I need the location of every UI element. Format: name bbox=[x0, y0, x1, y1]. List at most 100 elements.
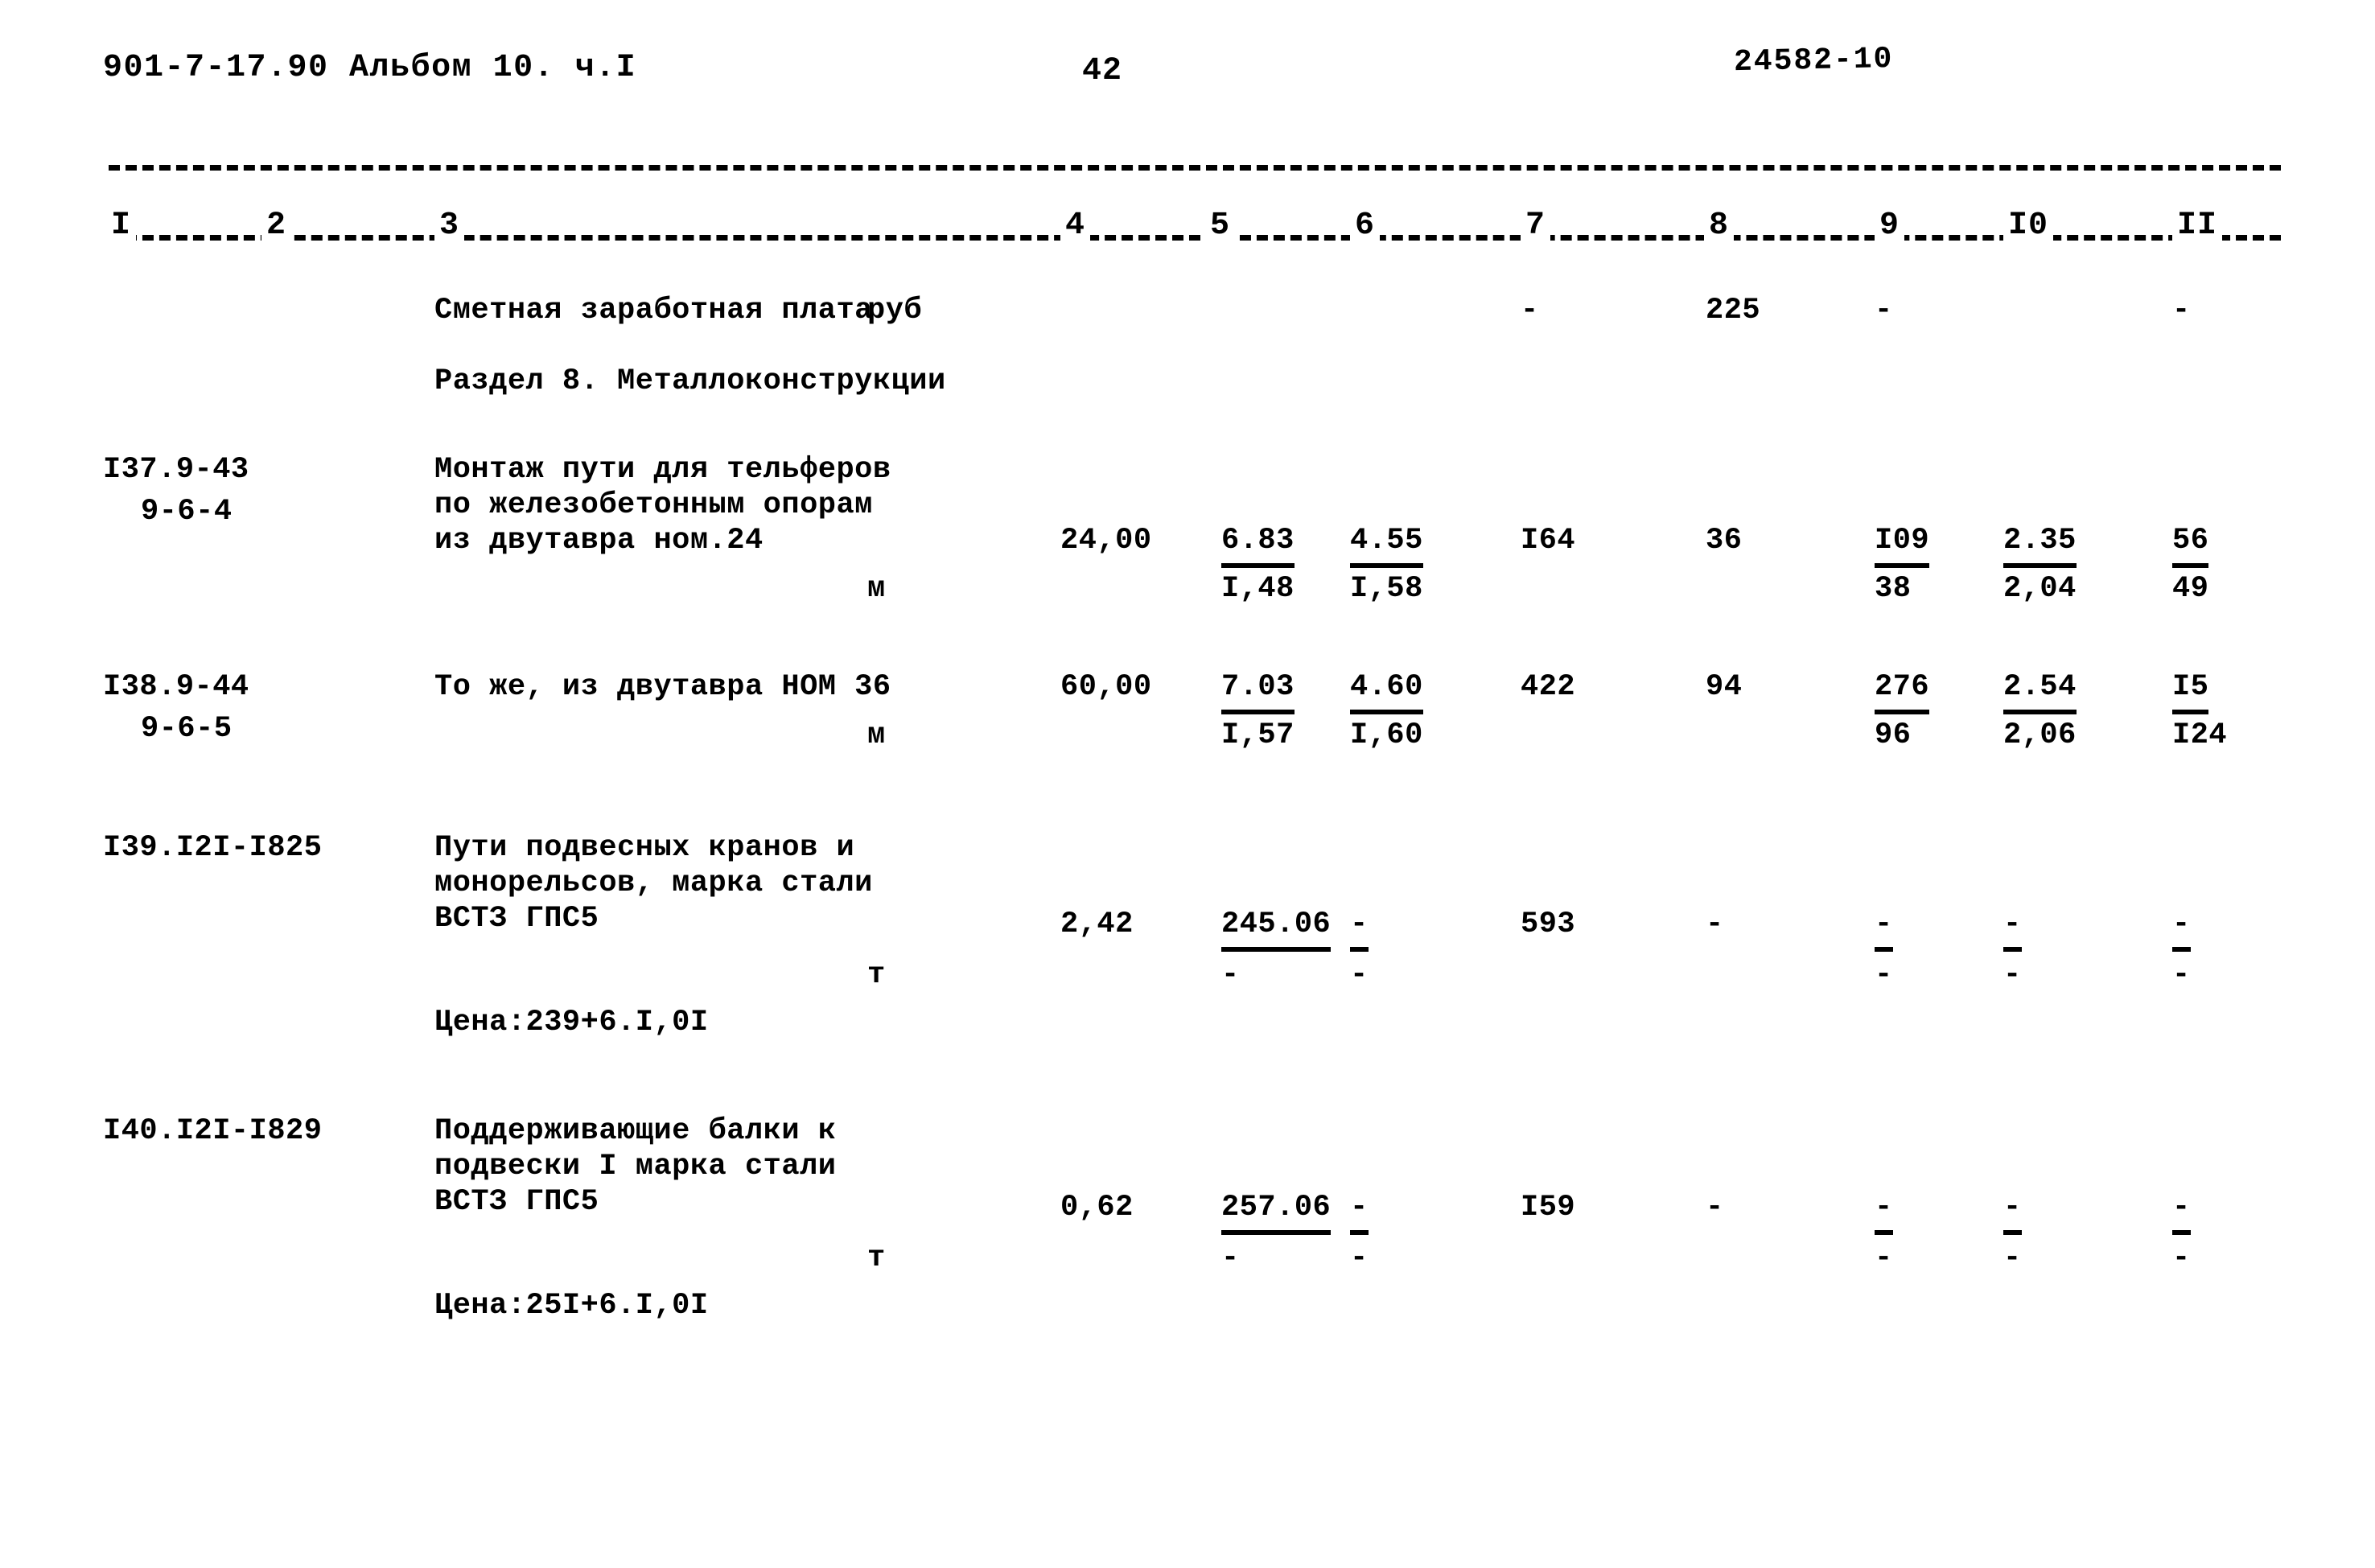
row138-col5-top: 7.03 bbox=[1221, 666, 1295, 714]
row139-col5-top-value: 245.06 bbox=[1221, 903, 1332, 952]
column-number-10: I0 bbox=[2003, 208, 2054, 244]
row140-col5-bottom: - bbox=[1221, 1241, 1240, 1275]
column-number-8: 8 bbox=[1704, 208, 1735, 244]
salary-col9: - bbox=[1875, 294, 1893, 327]
row137-col10-top: 2.35 bbox=[2003, 520, 2077, 568]
row138-col10-bottom: 2,06 bbox=[2003, 718, 2077, 752]
column-number-2: 2 bbox=[261, 208, 292, 244]
row138-desc-line1: То же, из двутавра НОМ 36 bbox=[434, 670, 891, 704]
row140-col6-top-value: - bbox=[1350, 1187, 1369, 1235]
row137-col9-top: I09 bbox=[1875, 520, 1930, 568]
row137-col6-top: 4.55 bbox=[1350, 520, 1423, 568]
column-number-11: II bbox=[2172, 208, 2223, 244]
row138-col11-bottom: I24 bbox=[2172, 718, 2228, 752]
row140-col5-top-value: 257.06 bbox=[1221, 1187, 1332, 1235]
row137-col5-top-value: 6.83 bbox=[1221, 520, 1295, 568]
row139-quantity: 2,42 bbox=[1060, 907, 1134, 941]
row139-col6-top: - bbox=[1350, 903, 1369, 952]
row138-col11-top: I5 bbox=[2172, 666, 2209, 714]
row138-col11-top-value: I5 bbox=[2172, 666, 2209, 714]
row140-col5-top: 257.06 bbox=[1221, 1187, 1332, 1235]
row137-col5-top: 6.83 bbox=[1221, 520, 1295, 568]
row137-col7: I64 bbox=[1521, 524, 1576, 558]
row137-col5-bottom: I,48 bbox=[1221, 572, 1295, 606]
row137-code2: 9-6-4 bbox=[141, 495, 233, 529]
row137-code: I37.9-43 bbox=[103, 453, 249, 487]
salary-description: Сметная заработная плата bbox=[434, 294, 873, 327]
row139-col10-top: - bbox=[2003, 903, 2022, 952]
column-number-4: 4 bbox=[1060, 208, 1091, 244]
row137-col9-bottom: 38 bbox=[1875, 572, 1912, 606]
column-number-9: 9 bbox=[1875, 208, 1905, 244]
row140-col10-bottom: - bbox=[2003, 1241, 2022, 1275]
salary-col11: - bbox=[2172, 294, 2191, 327]
row140-col11-top-value: - bbox=[2172, 1187, 2191, 1235]
row139-col5-bottom: - bbox=[1221, 958, 1240, 992]
row139-col9-top: - bbox=[1875, 903, 1893, 952]
row140-col9-bottom: - bbox=[1875, 1241, 1893, 1275]
row138-col6-top: 4.60 bbox=[1350, 666, 1423, 714]
column-number-6: 6 bbox=[1350, 208, 1381, 244]
row138-col9-top-value: 276 bbox=[1875, 666, 1930, 714]
row137-col6-bottom: I,58 bbox=[1350, 572, 1423, 606]
row139-price-note: Цена:239+6.I,0I bbox=[434, 1006, 709, 1039]
row138-col6-bottom: I,60 bbox=[1350, 718, 1423, 752]
document-code: 901-7-17.90 Альбом 10. ч.I bbox=[103, 50, 637, 86]
row138-col5-top-value: 7.03 bbox=[1221, 666, 1295, 714]
row138-code2: 9-6-5 bbox=[141, 712, 233, 746]
page-number: 42 bbox=[1082, 53, 1123, 89]
row139-unit: т bbox=[867, 958, 886, 992]
row138-col7: 422 bbox=[1521, 670, 1576, 704]
row140-col8: - bbox=[1706, 1191, 1724, 1224]
row139-col8: - bbox=[1706, 907, 1724, 941]
column-number-5: 5 bbox=[1205, 208, 1236, 244]
row139-col11-top-value: - bbox=[2172, 903, 2191, 952]
column-number-7: 7 bbox=[1521, 208, 1551, 244]
row139-col10-bottom: - bbox=[2003, 958, 2022, 992]
row137-unit: м bbox=[867, 572, 886, 606]
row139-col5-top: 245.06 bbox=[1221, 903, 1332, 952]
row139-col6-bottom: - bbox=[1350, 958, 1369, 992]
row140-col7: I59 bbox=[1521, 1191, 1576, 1224]
row138-col10-top-value: 2.54 bbox=[2003, 666, 2077, 714]
row140-price-note: Цена:25I+6.I,0I bbox=[434, 1289, 709, 1323]
row139-desc-line3: ВСТЗ ГПС5 bbox=[434, 902, 599, 936]
row140-desc-line3: ВСТЗ ГПС5 bbox=[434, 1185, 599, 1219]
page-header: 901-7-17.90 Альбом 10. ч.I 42 24582-10 bbox=[0, 42, 2375, 98]
row140-col11-bottom: - bbox=[2172, 1241, 2191, 1275]
row138-col5-bottom: I,57 bbox=[1221, 718, 1295, 752]
archive-stamp: 24582-10 bbox=[1733, 41, 1894, 80]
row140-code: I40.I2I-I829 bbox=[103, 1114, 323, 1148]
row137-col11-top: 56 bbox=[2172, 520, 2209, 568]
row138-col10-top: 2.54 bbox=[2003, 666, 2077, 714]
row138-col6-top-value: 4.60 bbox=[1350, 666, 1423, 714]
row140-col9-top-value: - bbox=[1875, 1187, 1893, 1235]
row140-col11-top: - bbox=[2172, 1187, 2191, 1235]
column-number-3: 3 bbox=[434, 208, 465, 244]
row138-col8: 94 bbox=[1706, 670, 1743, 704]
row139-code: I39.I2I-I825 bbox=[103, 831, 323, 865]
salary-col8: 225 bbox=[1706, 294, 1761, 327]
row139-col11-top: - bbox=[2172, 903, 2191, 952]
row140-col6-bottom: - bbox=[1350, 1241, 1369, 1275]
column-number-1: I bbox=[106, 208, 137, 244]
row137-col9-top-value: I09 bbox=[1875, 520, 1930, 568]
row139-col10-top-value: - bbox=[2003, 903, 2022, 952]
row137-col8: 36 bbox=[1706, 524, 1743, 558]
row140-quantity: 0,62 bbox=[1060, 1191, 1134, 1224]
table-top-divider bbox=[109, 165, 2281, 171]
row139-col7: 593 bbox=[1521, 907, 1576, 941]
row138-unit: м bbox=[867, 718, 886, 752]
salary-col7: - bbox=[1521, 294, 1539, 327]
row137-col6-top-value: 4.55 bbox=[1350, 520, 1423, 568]
row137-col10-top-value: 2.35 bbox=[2003, 520, 2077, 568]
row139-col6-top-value: - bbox=[1350, 903, 1369, 952]
salary-unit: руб bbox=[867, 294, 923, 327]
column-number-row: I 2 3 4 5 6 7 8 9 I0 II bbox=[0, 208, 2375, 253]
row140-col10-top: - bbox=[2003, 1187, 2022, 1235]
row139-col9-top-value: - bbox=[1875, 903, 1893, 952]
row139-col9-bottom: - bbox=[1875, 958, 1893, 992]
row140-unit: т bbox=[867, 1241, 886, 1275]
row138-col9-top: 276 bbox=[1875, 666, 1930, 714]
section-title: Раздел 8. Металлоконструкции bbox=[434, 364, 946, 398]
